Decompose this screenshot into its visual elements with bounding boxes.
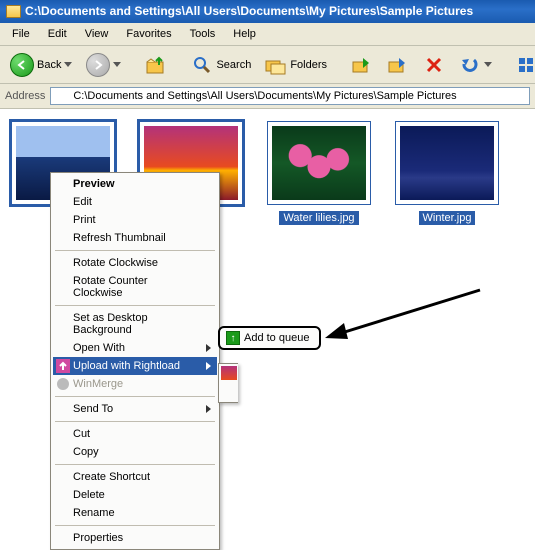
rightload-icon xyxy=(56,359,70,373)
ctx-send-to[interactable]: Send To xyxy=(53,400,217,418)
delete-button[interactable] xyxy=(419,52,449,78)
search-label: Search xyxy=(216,59,251,71)
back-label: Back xyxy=(37,59,61,71)
forward-arrow-icon xyxy=(86,53,110,77)
separator xyxy=(55,250,215,251)
chevron-down-icon xyxy=(64,62,72,67)
folder-icon xyxy=(6,5,21,18)
folders-label: Folders xyxy=(290,59,327,71)
ctx-set-desktop-background[interactable]: Set as Desktop Background xyxy=(53,309,217,339)
submenu-label: Add to queue xyxy=(244,332,309,344)
address-bar: Address C:\Documents and Settings\All Us… xyxy=(0,84,535,109)
separator xyxy=(55,305,215,306)
back-arrow-icon xyxy=(10,53,34,77)
submenu-partial xyxy=(218,363,238,403)
ctx-create-shortcut[interactable]: Create Shortcut xyxy=(53,468,217,486)
upload-arrow-icon: ↑ xyxy=(226,331,240,345)
folder-icon xyxy=(54,90,69,102)
ctx-rotate-counter-clockwise[interactable]: Rotate Counter Clockwise xyxy=(53,272,217,302)
views-button[interactable] xyxy=(512,52,535,78)
ctx-open-with[interactable]: Open With xyxy=(53,339,217,357)
ctx-upload-label: Upload with Rightload xyxy=(73,360,180,372)
moveto-button[interactable] xyxy=(347,52,377,78)
menu-edit[interactable]: Edit xyxy=(40,25,75,43)
ctx-preview[interactable]: Preview xyxy=(53,175,217,193)
menu-file[interactable]: File xyxy=(4,25,38,43)
search-button[interactable]: Search xyxy=(187,52,255,78)
thumbnail-image xyxy=(272,126,366,200)
ctx-edit[interactable]: Edit xyxy=(53,193,217,211)
toolbar: Back Search Folders xyxy=(0,46,535,84)
move-to-icon xyxy=(351,54,373,76)
undo-button[interactable] xyxy=(455,52,496,78)
ctx-copy[interactable]: Copy xyxy=(53,443,217,461)
chevron-down-icon xyxy=(113,62,121,67)
menu-help[interactable]: Help xyxy=(225,25,264,43)
thumbnail-item[interactable]: Winter.jpg xyxy=(394,121,500,225)
forward-button[interactable] xyxy=(82,51,125,79)
search-icon xyxy=(191,54,213,76)
folder-up-icon xyxy=(145,54,167,76)
folders-icon xyxy=(265,54,287,76)
views-icon xyxy=(516,54,535,76)
ctx-winmerge-label: WinMerge xyxy=(73,378,123,390)
menu-favorites[interactable]: Favorites xyxy=(118,25,179,43)
ctx-rotate-clockwise[interactable]: Rotate Clockwise xyxy=(53,254,217,272)
address-value: C:\Documents and Settings\All Users\Docu… xyxy=(73,90,456,102)
ctx-delete[interactable]: Delete xyxy=(53,486,217,504)
separator xyxy=(55,525,215,526)
chevron-down-icon xyxy=(484,62,492,67)
separator xyxy=(55,464,215,465)
ctx-winmerge[interactable]: WinMerge xyxy=(53,375,217,393)
copy-to-icon xyxy=(387,54,409,76)
separator xyxy=(55,421,215,422)
ctx-cut[interactable]: Cut xyxy=(53,425,217,443)
submenu-add-to-queue[interactable]: ↑ Add to queue xyxy=(218,326,321,350)
copyto-button[interactable] xyxy=(383,52,413,78)
thumbnail-icon xyxy=(221,366,237,380)
thumbnail-caption: Water lilies.jpg xyxy=(279,211,358,225)
delete-x-icon xyxy=(423,54,445,76)
separator xyxy=(55,396,215,397)
ctx-upload-with-rightload[interactable]: Upload with Rightload xyxy=(53,357,217,375)
context-menu: Preview Edit Print Refresh Thumbnail Rot… xyxy=(50,172,220,550)
thumbnail-caption: Winter.jpg xyxy=(419,211,476,225)
winmerge-icon xyxy=(56,377,70,391)
thumbnail-image xyxy=(400,126,494,200)
undo-icon xyxy=(459,54,481,76)
menubar: File Edit View Favorites Tools Help xyxy=(0,23,535,46)
menu-view[interactable]: View xyxy=(77,25,117,43)
ctx-print[interactable]: Print xyxy=(53,211,217,229)
ctx-properties[interactable]: Properties xyxy=(53,529,217,547)
window-titlebar: C:\Documents and Settings\All Users\Docu… xyxy=(0,0,535,23)
window-title: C:\Documents and Settings\All Users\Docu… xyxy=(25,4,473,18)
up-button[interactable] xyxy=(141,52,171,78)
menu-tools[interactable]: Tools xyxy=(182,25,224,43)
address-label: Address xyxy=(5,90,45,102)
annotation-arrow xyxy=(320,285,490,355)
address-field[interactable]: C:\Documents and Settings\All Users\Docu… xyxy=(50,87,530,105)
thumbnail-item[interactable]: Water lilies.jpg xyxy=(266,121,372,225)
ctx-rename[interactable]: Rename xyxy=(53,504,217,522)
back-button[interactable]: Back xyxy=(6,51,76,79)
folders-button[interactable]: Folders xyxy=(261,52,331,78)
ctx-refresh-thumbnail[interactable]: Refresh Thumbnail xyxy=(53,229,217,247)
